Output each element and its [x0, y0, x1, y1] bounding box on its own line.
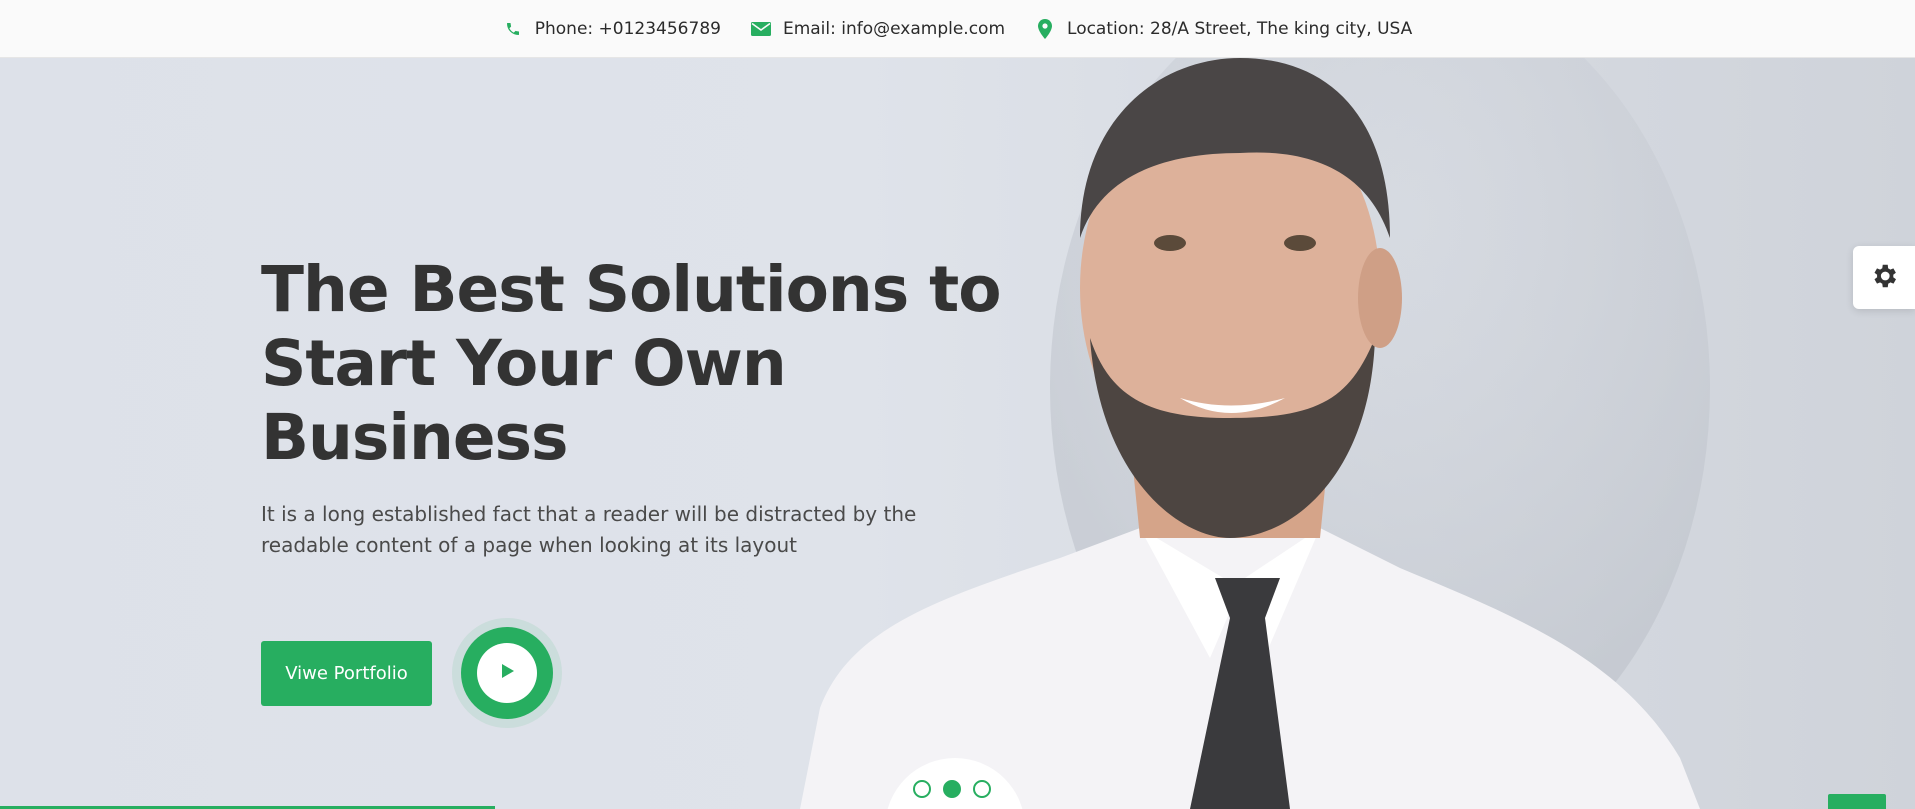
hero-section: The Best Solutions to Start Your Own Bus…: [0, 58, 1915, 809]
phone-icon: [503, 19, 523, 39]
envelope-icon: [750, 19, 771, 39]
play-button-inner: [477, 643, 537, 703]
hero-actions: Viwe Portfolio: [261, 618, 1061, 728]
gear-icon: [1869, 261, 1899, 295]
slider-dot-1[interactable]: [913, 780, 931, 798]
play-button-ring: [461, 627, 553, 719]
location-info: Location: 28/A Street, The king city, US…: [1035, 18, 1413, 39]
scroll-to-top-button[interactable]: [1828, 794, 1886, 809]
slider-dot-2[interactable]: [943, 780, 961, 798]
settings-toggle[interactable]: [1853, 246, 1915, 309]
slider-dot-3[interactable]: [973, 780, 991, 798]
email-text: Email: info@example.com: [782, 18, 1006, 39]
email-info: Email: info@example.com: [750, 18, 1006, 39]
map-pin-icon: [1035, 18, 1055, 39]
hero-content: The Best Solutions to Start Your Own Bus…: [261, 253, 1061, 728]
phone-info: Phone: +0123456789: [503, 19, 721, 39]
hero-description: It is a long established fact that a rea…: [261, 502, 917, 557]
slider-dots: [913, 780, 991, 798]
contact-bar: Phone: +0123456789 Email: info@example.c…: [0, 0, 1915, 58]
phone-text: Phone: +0123456789: [534, 18, 721, 39]
play-icon: [498, 662, 516, 684]
hero-title: The Best Solutions to Start Your Own Bus…: [261, 253, 1002, 474]
play-video-button[interactable]: [452, 618, 562, 728]
location-text: Location: 28/A Street, The king city, US…: [1067, 18, 1413, 39]
view-portfolio-button[interactable]: Viwe Portfolio: [261, 640, 432, 706]
